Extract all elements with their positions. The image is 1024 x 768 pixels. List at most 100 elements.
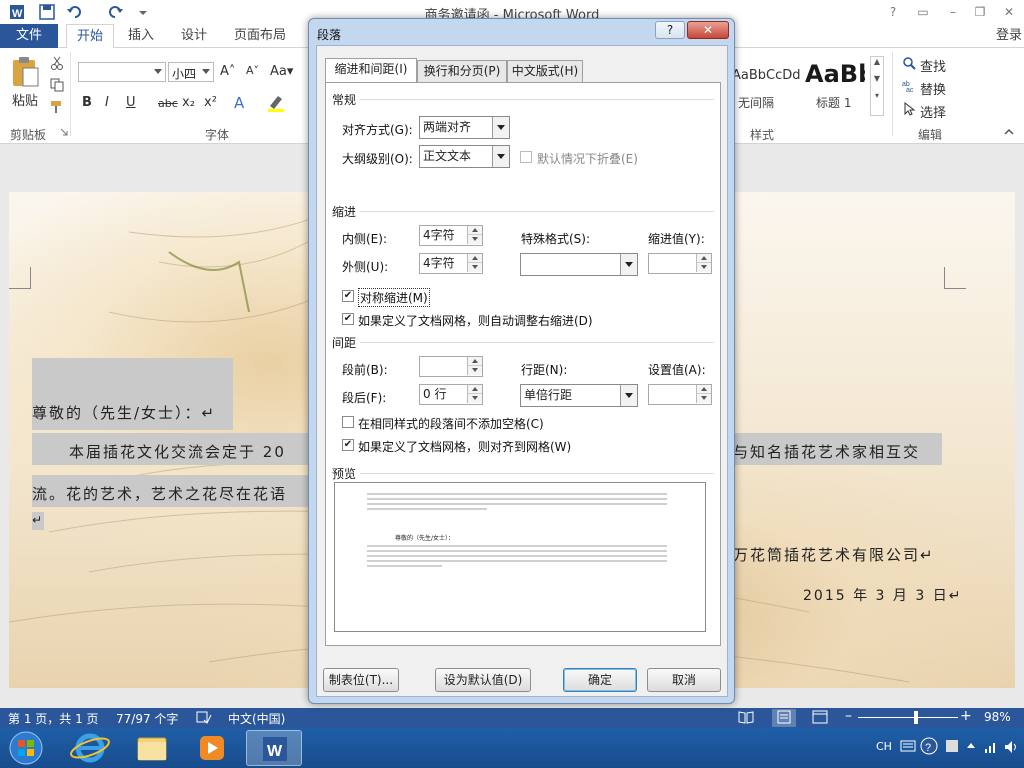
paste-icon[interactable]: [10, 56, 40, 88]
proofing-icon[interactable]: [196, 710, 212, 724]
language-indicator[interactable]: 中文(中国): [228, 710, 285, 727]
alignment-combo[interactable]: 两端对齐: [419, 116, 510, 139]
web-layout-icon[interactable]: [812, 710, 828, 724]
italic-icon[interactable]: I: [105, 95, 109, 110]
line-spacing-combo[interactable]: 单倍行距: [520, 384, 638, 407]
snap-to-grid-checkbox[interactable]: ✔: [342, 439, 354, 451]
auto-right-indent-checkbox[interactable]: ✔: [342, 313, 354, 325]
select-cursor-icon[interactable]: [902, 102, 916, 116]
underline-icon[interactable]: U: [126, 95, 136, 110]
style-heading1-preview[interactable]: AaBb: [805, 60, 865, 88]
set-default-button[interactable]: 设为默认值(D): [435, 668, 531, 692]
cancel-button[interactable]: 取消: [647, 668, 721, 692]
spin-up-icon[interactable]: [467, 385, 482, 394]
strikethrough-icon[interactable]: abc: [158, 97, 178, 110]
paste-button[interactable]: 粘贴: [12, 90, 38, 109]
ribbon-display-icon[interactable]: ▭: [915, 4, 931, 20]
zoom-level[interactable]: 98%: [984, 710, 1011, 724]
tab-design[interactable]: 设计: [181, 24, 207, 48]
word-taskbar-icon[interactable]: W: [246, 730, 302, 766]
find-button[interactable]: 查找: [920, 56, 946, 75]
collapse-checkbox[interactable]: [520, 151, 532, 163]
help-circle-icon[interactable]: ?: [920, 737, 938, 755]
bold-icon[interactable]: B: [82, 95, 92, 110]
font-name-combo[interactable]: [78, 62, 166, 82]
spin-up-icon[interactable]: [696, 254, 711, 263]
find-icon[interactable]: [902, 56, 916, 70]
font-size-combo[interactable]: 小四: [168, 62, 214, 82]
grow-font-icon[interactable]: A˄: [220, 64, 235, 79]
tab-layout[interactable]: 页面布局: [234, 24, 286, 48]
minimize-icon[interactable]: –: [945, 4, 961, 20]
ok-button[interactable]: 确定: [563, 668, 637, 692]
volume-icon[interactable]: [1004, 740, 1020, 754]
mirror-indents-checkbox[interactable]: ✔: [342, 290, 354, 302]
no-space-same-style-checkbox[interactable]: [342, 416, 354, 428]
outline-level-combo[interactable]: 正文文本: [419, 145, 510, 168]
word-count[interactable]: 77/97 个字: [116, 710, 178, 727]
keyboard-icon[interactable]: [900, 740, 916, 752]
select-button[interactable]: 选择: [920, 102, 946, 121]
special-indent-combo[interactable]: [520, 253, 638, 276]
ime-indicator[interactable]: CH: [876, 740, 892, 753]
zoom-slider-track[interactable]: [858, 717, 958, 718]
network-icon[interactable]: [984, 740, 998, 754]
maximize-icon[interactable]: ❐: [972, 4, 988, 20]
subscript-icon[interactable]: x₂: [182, 95, 195, 110]
spacing-before-spinner[interactable]: [419, 356, 483, 377]
close-window-icon[interactable]: ✕: [1001, 4, 1017, 20]
print-layout-icon[interactable]: [772, 709, 796, 727]
login-link[interactable]: 登录: [996, 24, 1022, 48]
tab-insert[interactable]: 插入: [128, 24, 154, 48]
dialog-help-button[interactable]: ?: [655, 21, 685, 39]
highlighter-icon[interactable]: [266, 94, 286, 112]
spin-up-icon[interactable]: [467, 254, 482, 263]
spin-down-icon[interactable]: [467, 263, 482, 272]
tray-arrow-icon[interactable]: [966, 741, 976, 749]
spin-down-icon[interactable]: [696, 394, 711, 403]
spin-down-icon[interactable]: [467, 235, 482, 244]
ime-options-icon[interactable]: [944, 738, 960, 754]
page-count[interactable]: 第 1 页，共 1 页: [8, 710, 99, 727]
cut-icon[interactable]: [50, 56, 64, 70]
tab-indents-spacing[interactable]: 缩进和间距(I): [325, 58, 417, 82]
read-mode-icon[interactable]: [738, 710, 754, 724]
spin-down-icon[interactable]: [467, 394, 482, 403]
tab-home[interactable]: 开始: [66, 24, 115, 49]
copy-icon[interactable]: [50, 78, 64, 92]
inside-indent-spinner[interactable]: 4字符: [419, 225, 483, 246]
replace-icon[interactable]: ab ac: [902, 79, 916, 93]
start-orb-icon[interactable]: [6, 730, 46, 766]
zoom-out-icon[interactable]: –: [845, 708, 852, 724]
spacing-after-spinner[interactable]: 0 行: [419, 384, 483, 405]
change-case-icon[interactable]: Aa▾: [270, 64, 293, 79]
spacing-at-spinner[interactable]: [648, 384, 712, 405]
zoom-in-icon[interactable]: +: [960, 708, 972, 724]
style-no-spacing-preview[interactable]: AaBbCcDd: [732, 68, 801, 83]
replace-button[interactable]: 替换: [920, 79, 946, 98]
tab-asian-typography[interactable]: 中文版式(H): [507, 60, 583, 82]
tab-line-page-breaks[interactable]: 换行和分页(P): [417, 60, 507, 82]
collapse-ribbon-icon[interactable]: [1004, 128, 1014, 136]
media-player-icon[interactable]: [184, 730, 240, 766]
outside-indent-spinner[interactable]: 4字符: [419, 253, 483, 274]
superscript-icon[interactable]: x²: [204, 95, 217, 110]
spin-up-icon[interactable]: [467, 226, 482, 235]
spin-up-icon[interactable]: [696, 385, 711, 394]
spin-down-icon[interactable]: [696, 263, 711, 272]
file-explorer-icon[interactable]: [124, 730, 180, 766]
format-painter-icon[interactable]: [50, 100, 64, 114]
tab-file[interactable]: 文件: [0, 24, 58, 48]
text-effects-icon[interactable]: A: [234, 94, 244, 112]
zoom-slider-thumb[interactable]: [914, 711, 918, 724]
dialog-launcher-icon[interactable]: [60, 128, 68, 136]
tabs-button[interactable]: 制表位(T)...: [323, 668, 399, 692]
dialog-close-button[interactable]: ✕: [687, 21, 729, 39]
shrink-font-icon[interactable]: A˅: [246, 64, 259, 77]
spin-down-icon[interactable]: [467, 366, 482, 375]
internet-explorer-icon[interactable]: [62, 730, 118, 766]
spin-up-icon[interactable]: [467, 357, 482, 366]
indent-by-spinner[interactable]: [648, 253, 712, 274]
help-icon[interactable]: ?: [885, 4, 901, 20]
styles-gallery-scroll[interactable]: ▲ ▼ ▾: [870, 56, 884, 116]
